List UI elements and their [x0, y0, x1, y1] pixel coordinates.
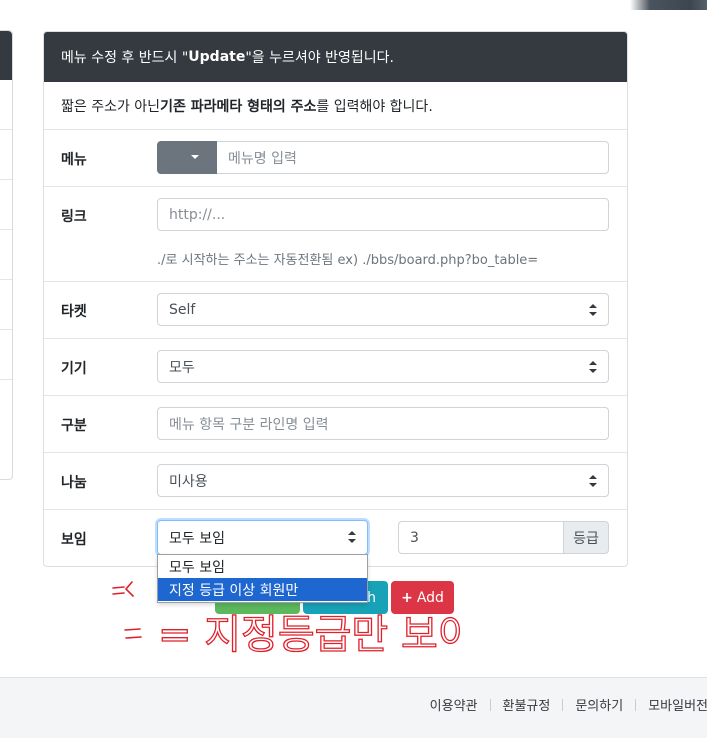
- device-row: 기기 모두: [44, 339, 627, 396]
- target-row: 타켓 Self: [44, 282, 627, 339]
- link-row: 링크 http://... ./로 시작하는 주소는 자동전환됨 ex) ./b…: [44, 187, 627, 282]
- select-arrows-icon: [348, 531, 356, 543]
- notice-update-word: Update: [188, 49, 246, 65]
- device-select[interactable]: 모두: [157, 350, 609, 383]
- footer-link-contact[interactable]: 문의하기: [575, 695, 623, 714]
- footer-separator: [562, 698, 564, 711]
- left-sidebar-panel: [0, 30, 13, 480]
- split-label: 나눔: [61, 475, 87, 491]
- link-placeholder: http://...: [169, 206, 226, 223]
- left-panel-row[interactable]: [0, 130, 12, 180]
- select-arrows-icon: [589, 304, 597, 316]
- grade-input[interactable]: 3: [398, 521, 563, 554]
- split-value: 미사용: [169, 473, 208, 490]
- link-label: 링크: [61, 209, 87, 225]
- footer-link-terms[interactable]: 이용약관: [430, 695, 478, 714]
- footer-link-refund[interactable]: 환불규정: [503, 695, 551, 714]
- menu-row: 메뉴 메뉴명 입력: [44, 130, 627, 187]
- division-placeholder: 메뉴 항목 구분 라인명 입력: [169, 416, 329, 433]
- target-value: Self: [169, 301, 196, 318]
- left-panel-row[interactable]: [0, 180, 12, 230]
- handwritten-text: = 지정등급만 보이기: [158, 612, 460, 658]
- footer-link-mobile[interactable]: 모바일버전: [648, 695, 707, 714]
- left-panel-row[interactable]: [0, 330, 12, 380]
- target-select[interactable]: Self: [157, 293, 609, 326]
- left-panel-row[interactable]: [0, 230, 12, 280]
- update-notice: 메뉴 수정 후 반드시 " Update "을 누르셔야 반영됩니다.: [44, 32, 627, 82]
- split-row: 나눔 미사용: [44, 453, 627, 510]
- link-input[interactable]: http://...: [157, 198, 609, 231]
- select-arrows-icon: [589, 475, 597, 487]
- info-suffix: 를 입력해야 합니다.: [316, 98, 433, 115]
- menu-name-input[interactable]: 메뉴명 입력: [217, 141, 609, 174]
- notice-suffix: "을 누르셔야 반영됩니다.: [245, 50, 394, 66]
- notice-prefix: 메뉴 수정 후 반드시 ": [61, 50, 189, 66]
- division-input[interactable]: 메뉴 항목 구분 라인명 입력: [157, 407, 609, 440]
- visibility-value: 모두 보임: [169, 530, 225, 547]
- grade-value: 3: [410, 529, 419, 546]
- division-label: 구분: [61, 418, 87, 434]
- device-label: 기기: [61, 361, 87, 377]
- site-footer: 이용약관 환불규정 문의하기 모바일버전: [0, 677, 707, 738]
- visibility-select[interactable]: 모두 보임: [157, 520, 368, 555]
- target-label: 타켓: [61, 304, 87, 320]
- link-help-text: ./로 시작하는 주소는 자동전환됨 ex) ./bbs/board.php?b…: [157, 253, 539, 268]
- footer-separator: [489, 698, 491, 711]
- menu-label: 메뉴: [61, 152, 87, 168]
- menu-edit-card: 메뉴 수정 후 반드시 " Update "을 누르셔야 반영됩니다. 짧은 주소가…: [43, 31, 628, 567]
- split-select[interactable]: 미사용: [157, 464, 609, 497]
- caret-down-icon: [191, 155, 199, 159]
- left-panel-row[interactable]: [0, 80, 12, 130]
- menu-dropdown-button[interactable]: [157, 141, 217, 174]
- address-info: 짧은 주소가 아닌 기존 파라메타 형태의 주소 를 입력해야 합니다.: [44, 82, 627, 130]
- handwritten-annotation: = 지정등급만 보이기: [112, 581, 460, 659]
- menu-name-placeholder: 메뉴명 입력: [228, 150, 297, 167]
- info-bold: 기존 파라메타 형태의 주소: [160, 98, 317, 115]
- footer-links: 이용약관 환불규정 문의하기 모바일버전: [430, 695, 707, 714]
- footer-separator: [635, 698, 637, 711]
- visibility-label: 보임: [61, 532, 87, 548]
- left-panel-row[interactable]: [0, 280, 12, 330]
- division-row: 구분 메뉴 항목 구분 라인명 입력: [44, 396, 627, 453]
- info-prefix: 짧은 주소가 아닌: [61, 98, 161, 115]
- left-panel-header: [0, 31, 12, 80]
- select-arrows-icon: [589, 361, 597, 373]
- top-background-strip: [0, 0, 707, 10]
- device-value: 모두: [169, 359, 195, 376]
- grade-addon: 등급: [563, 521, 609, 554]
